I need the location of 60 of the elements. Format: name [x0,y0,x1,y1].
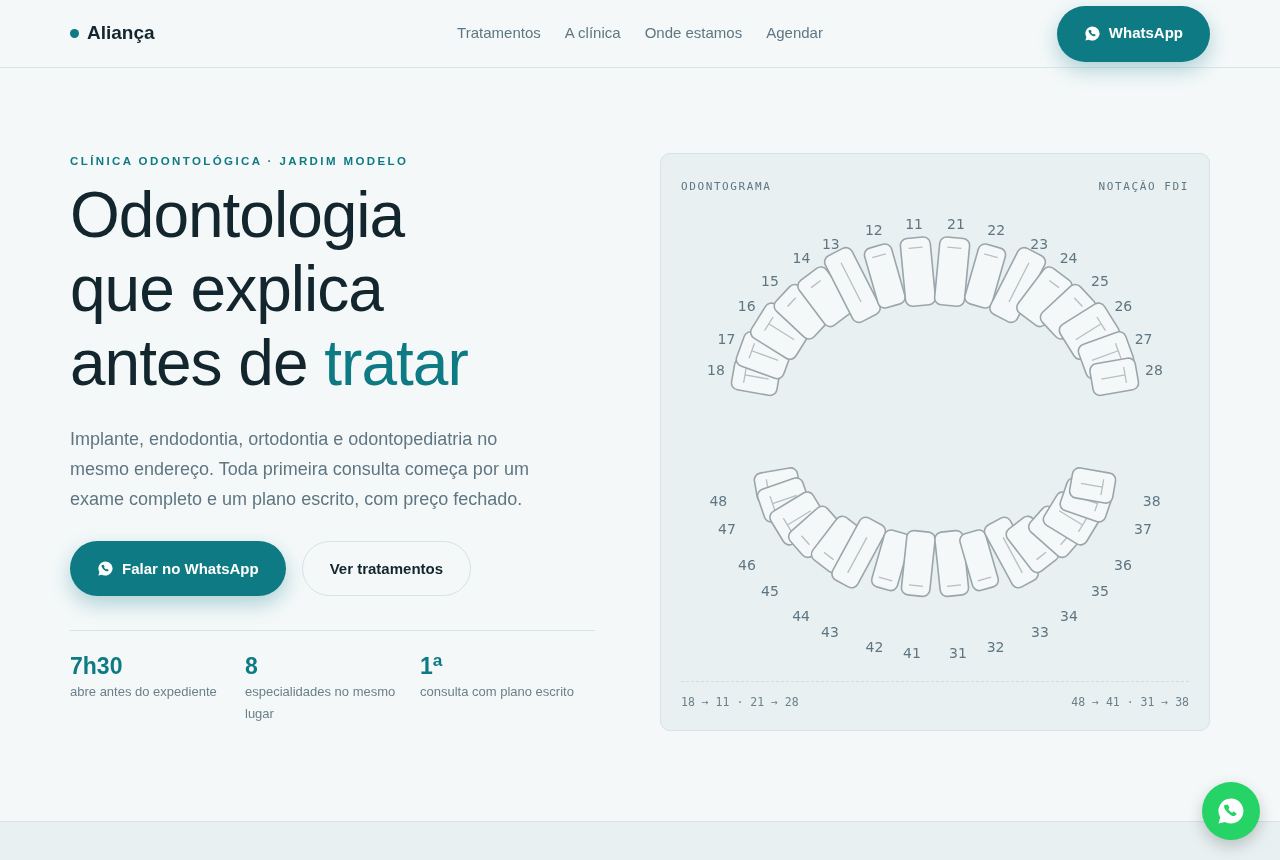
tooth-number: 26 [1114,297,1133,314]
tooth-number: 32 [986,638,1005,655]
tooth-number: 46 [738,556,756,573]
tooth-number: 15 [761,272,779,289]
chat-button[interactable] [1202,782,1260,840]
tooth-number: 38 [1142,492,1161,509]
tooth-number: 13 [821,235,840,252]
tooth-number: 44 [792,607,810,624]
tooth-number: 45 [761,582,779,599]
stat-label: especialidades no mesmo lugar [245,682,397,723]
tooth-number: 22 [987,221,1006,238]
tooth-number: 21 [947,215,965,232]
stat-value: 1$^{a}$ [420,653,444,681]
tooth [899,528,937,598]
chat-icon [97,560,114,578]
tooth-number: 47 [718,520,736,537]
whatsapp-button[interactable]: Falar no WhatsApp [70,541,286,597]
nav-link[interactable]: Tratamentos [457,22,541,45]
chat-icon [1216,796,1246,826]
tooth-number: 17 [717,330,736,347]
card-title: ODONTOGRAMA [681,179,772,195]
whatsapp-button[interactable]: WhatsApp [1056,5,1210,62]
tooth-number: 11 [905,215,923,232]
stat-label: abre antes do expediente [70,682,218,701]
tooth-number: 35 [1091,582,1109,599]
tooth-number: 27 [1134,330,1153,347]
tooth-number: 37 [1134,520,1152,537]
brand-name[interactable]: Aliança [87,19,155,48]
nav-link[interactable]: Agendar [766,22,823,45]
tooth-number: 24 [1059,249,1078,266]
nav-link[interactable]: Onde estamos [644,22,743,45]
tooth-number: 33 [1031,623,1049,640]
tooth-number: 12 [864,221,883,238]
notation-label: NOTAÇÃO FDI [1098,179,1189,195]
tooth-number: 16 [737,297,756,314]
tooth-number: 48 [709,492,728,509]
tooth-number: 34 [1060,607,1078,624]
nav-link[interactable]: A clínica [564,22,621,45]
stat-value: 7h30 [70,653,124,681]
headline: Odontologia que explica antes de tratar [70,178,469,401]
eyebrow-text: CLÍNICA ODONTOLÓGICA · JARDIM MODELO [70,154,410,169]
tooth-number: 25 [1091,272,1109,289]
order-legend: 48 → 41 · 31 → 38 [1071,693,1189,711]
tooth-number: 18 [707,361,725,378]
stat-label: consulta com plano escrito [420,682,575,701]
chat-icon [1083,25,1101,42]
tooth-number: 36 [1114,556,1132,573]
tooth-number: 41 [903,644,921,661]
tooth [933,528,971,598]
tooth-number: 23 [1030,235,1049,252]
logo-dot [70,29,79,38]
tooth-number: 28 [1145,361,1163,378]
order-legend: 18 → 11 · 21 → 28 [681,693,799,711]
intro-paragraph: Implante, endodontia, ortodontia e odontopediatria no mesmo endereço. Toda primeira consulta começa por um exame completo e um plano escrito, com preço fechado. [70,428,530,512]
tooth-number: 14 [792,249,811,266]
tooth-number: 31 [949,644,967,661]
stat-value: 8 [245,653,259,681]
tooth-number: 43 [821,623,839,640]
tooth-number: 42 [865,638,884,655]
tooth [957,527,1001,593]
